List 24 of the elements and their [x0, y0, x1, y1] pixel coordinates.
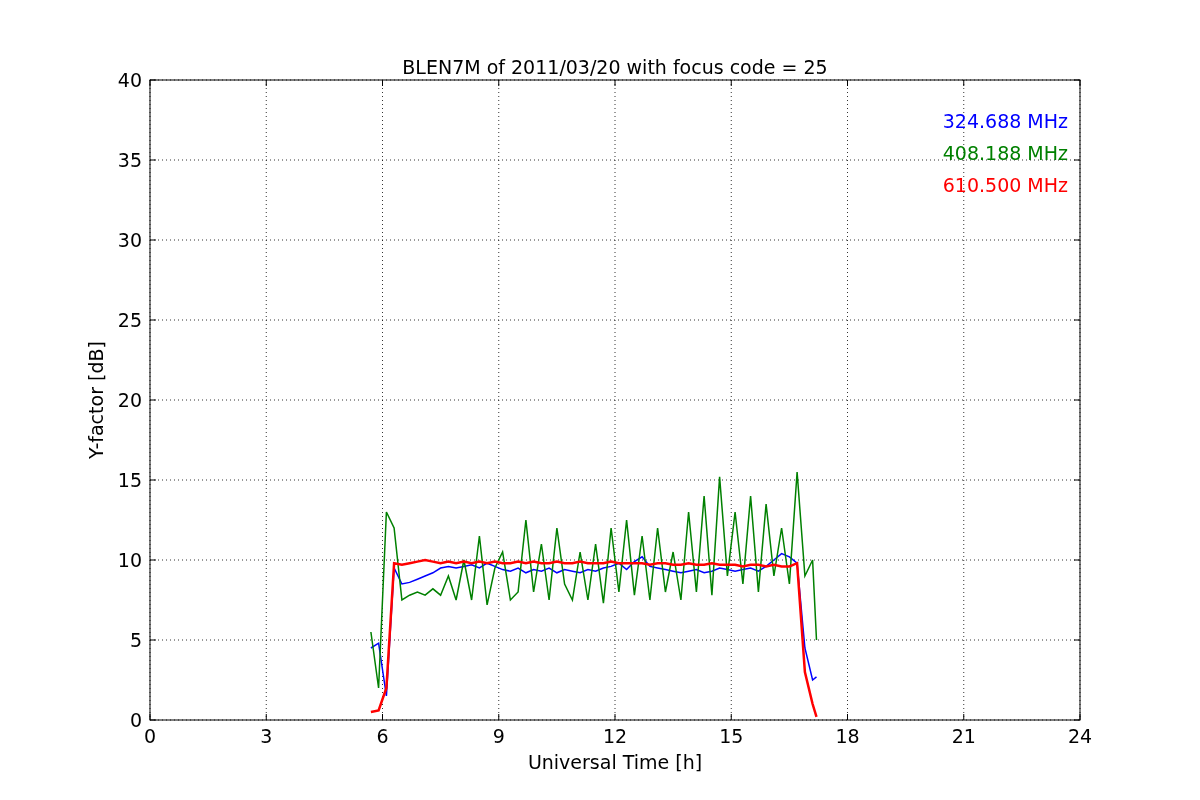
tick-label: 0	[129, 709, 142, 731]
x-axis-label: Universal Time [h]	[527, 751, 703, 773]
tick-label: 18	[835, 725, 860, 747]
tick-label: 25	[117, 309, 142, 331]
tick-label: 0	[143, 725, 157, 747]
tick-label: 5	[129, 629, 142, 651]
tick-label: 21	[951, 725, 976, 747]
tick-label: 35	[117, 149, 142, 171]
tick-label: 15	[117, 469, 142, 491]
tick-label: 15	[719, 725, 744, 747]
legend-label: 610.500 MHz	[942, 174, 1068, 196]
tick-label: 12	[602, 725, 628, 747]
tick-label: 3	[260, 725, 273, 747]
y-axis-label: Y-factor [dB]	[85, 341, 107, 459]
legend-label: 324.688 MHz	[942, 110, 1068, 132]
tick-label: 40	[117, 69, 142, 91]
legend-label: 408.188 MHz	[942, 142, 1068, 164]
tick-label: 10	[117, 549, 142, 571]
tick-label: 20	[117, 389, 142, 411]
tick-label: 24	[1067, 725, 1093, 747]
tick-label: 6	[376, 725, 389, 747]
tick-label: 30	[117, 229, 142, 251]
chart-title: BLEN7M of 2011/03/20 with focus code = 25	[402, 56, 828, 78]
tick-label: 9	[492, 725, 505, 747]
